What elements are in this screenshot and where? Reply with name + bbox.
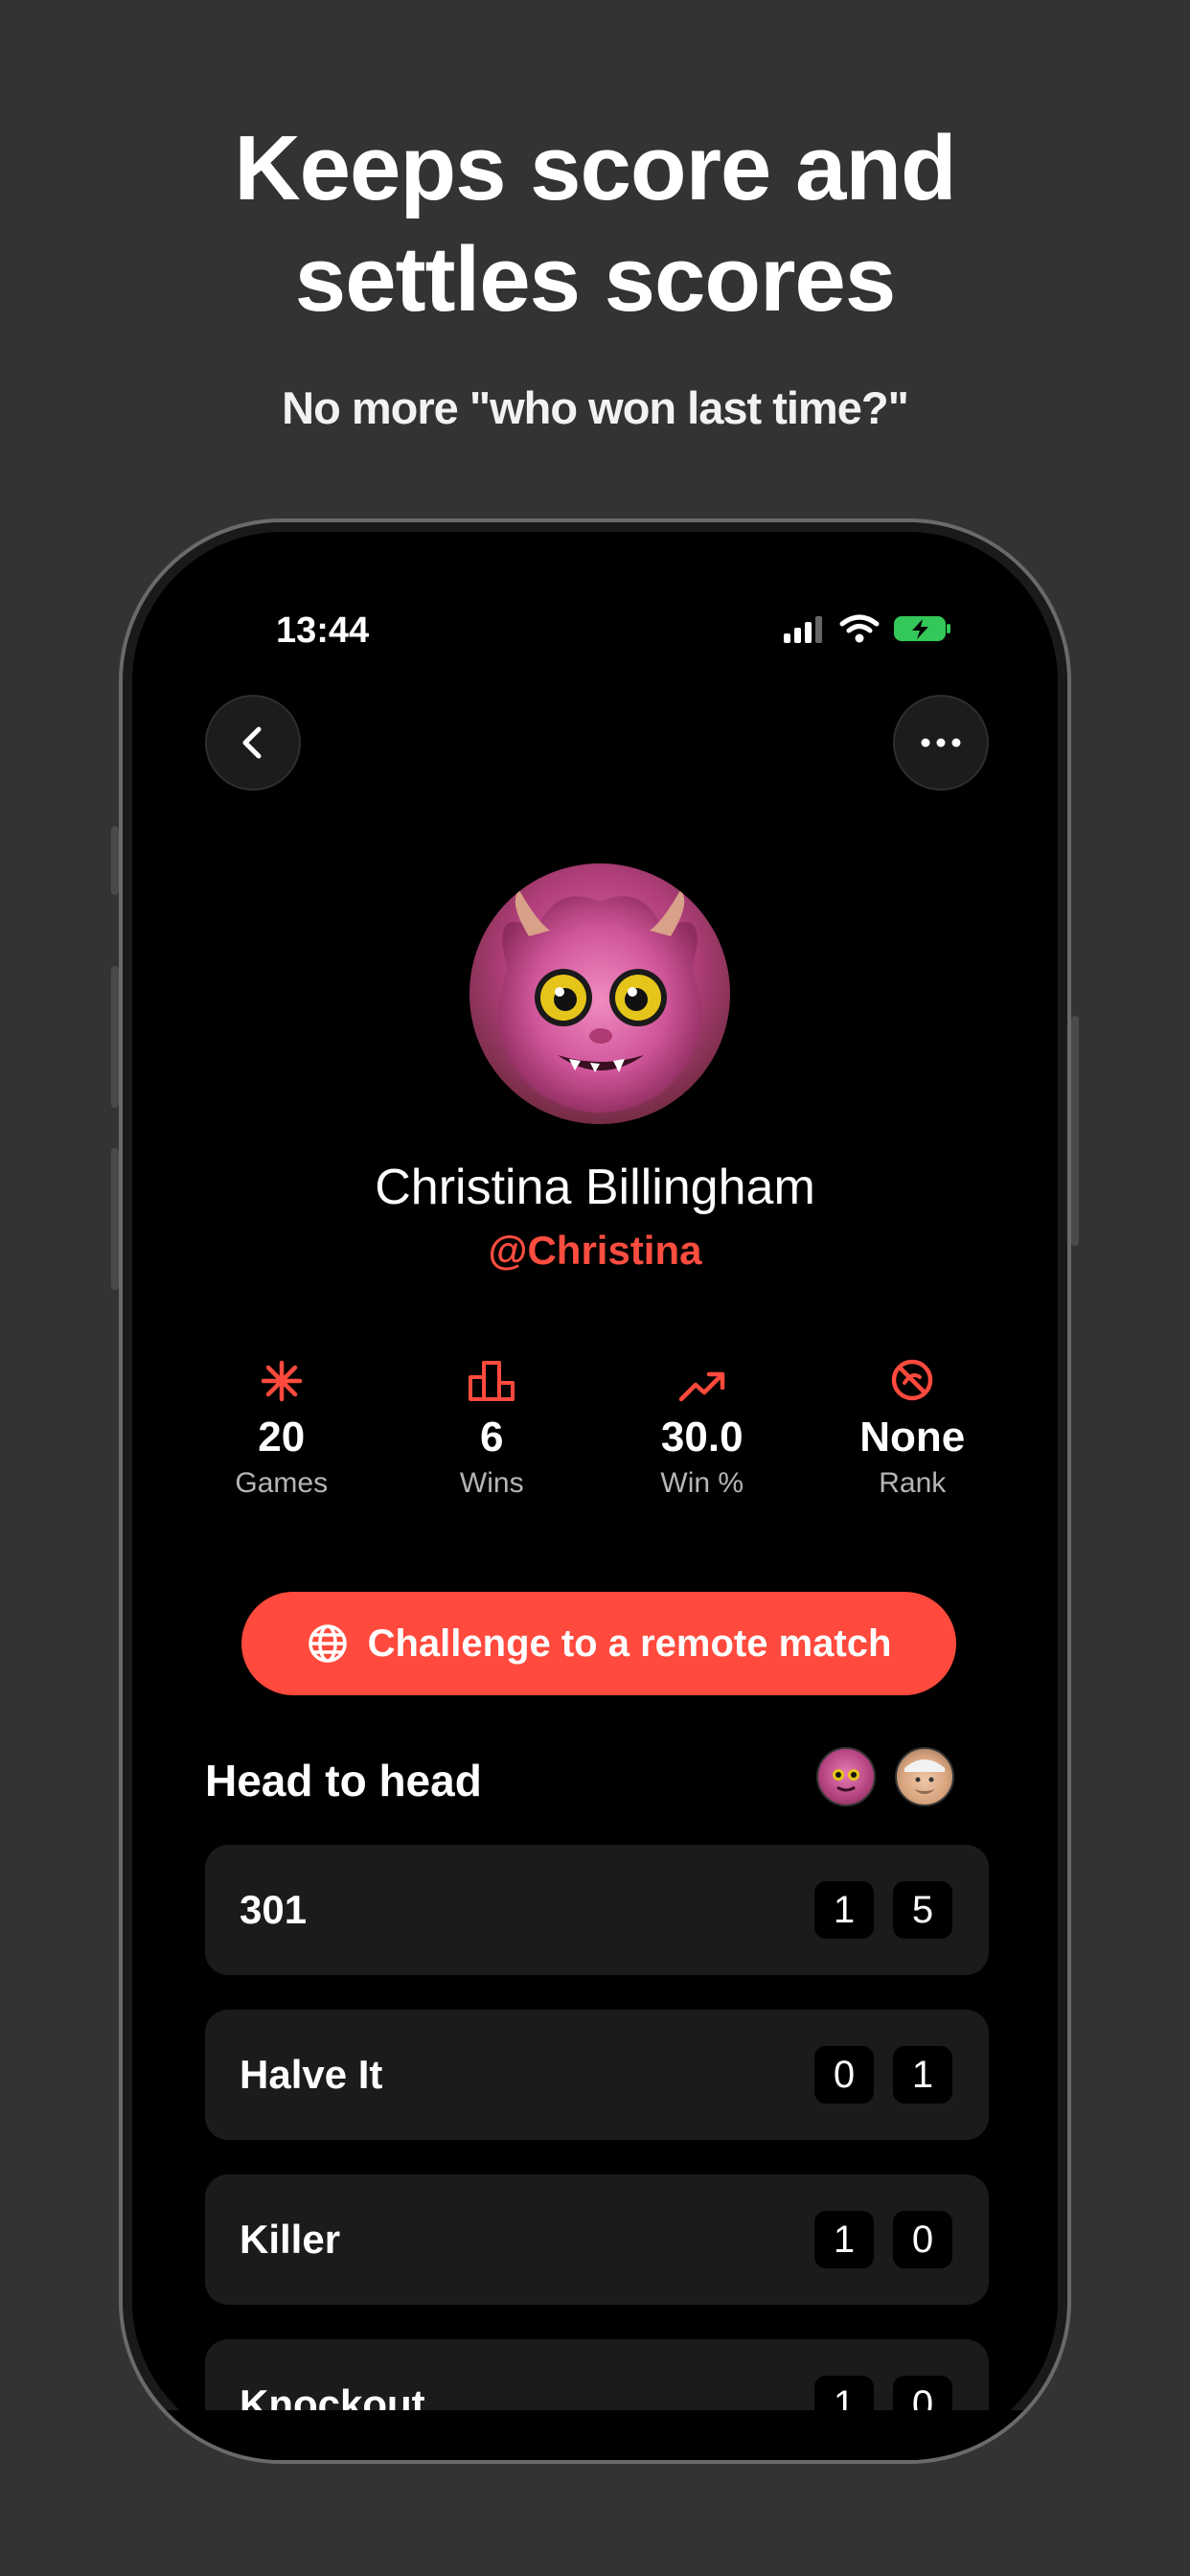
status-icons bbox=[782, 614, 952, 643]
stat-value: 20 bbox=[258, 1414, 306, 1460]
app-screen: 13:44 Christina Billingham @Christina 20… bbox=[123, 522, 1067, 2460]
headline: Keeps score and settles scores bbox=[0, 113, 1190, 335]
score-player-b: 1 bbox=[893, 2046, 952, 2104]
globe-icon bbox=[308, 1624, 347, 1663]
head-to-head-row[interactable]: Killer 1 0 bbox=[205, 2174, 989, 2305]
avatar bbox=[469, 863, 730, 1124]
game-name: 301 bbox=[240, 1887, 308, 1932]
score-player-b: 0 bbox=[893, 2211, 952, 2268]
phone-frame: 13:44 Christina Billingham @Christina 20… bbox=[119, 518, 1071, 2464]
head-to-head-row[interactable]: Halve It 0 1 bbox=[205, 2010, 989, 2140]
headline-line-1: Keeps score and bbox=[234, 117, 956, 219]
profile-name: Christina Billingham bbox=[375, 1160, 815, 1215]
score-player-a: 1 bbox=[814, 1881, 874, 1939]
stat-label: Games bbox=[235, 1467, 329, 1499]
chevron-left-icon bbox=[242, 726, 262, 759]
opponent-mini-image bbox=[904, 1760, 945, 1794]
player-avatar-christina bbox=[816, 1747, 876, 1806]
battery-charging-icon bbox=[894, 616, 950, 641]
profile-handle: @Christina bbox=[488, 1228, 702, 1273]
wifi-icon bbox=[839, 614, 880, 643]
head-to-head-row[interactable]: 301 1 5 bbox=[205, 1845, 989, 1975]
stat-value: 30.0 bbox=[660, 1414, 744, 1460]
game-name: Killer bbox=[240, 2217, 341, 2262]
stats-row: 20 Games 6 Wins 30.0 Win % None Rank bbox=[176, 1348, 1018, 1500]
trend-up-icon bbox=[678, 1371, 724, 1402]
phone-mute-switch bbox=[111, 826, 119, 895]
no-rank-icon bbox=[892, 1359, 933, 1401]
status-time: 13:44 bbox=[276, 610, 370, 651]
headline-line-2: settles scores bbox=[294, 228, 896, 331]
back-button[interactable] bbox=[205, 695, 301, 791]
stat-label: Wins bbox=[459, 1467, 524, 1499]
more-options-button[interactable] bbox=[893, 695, 989, 791]
player-avatar-opponent bbox=[895, 1747, 954, 1806]
asterisk-icon bbox=[261, 1360, 302, 1402]
game-name: Halve It bbox=[240, 2052, 383, 2097]
more-horizontal-icon bbox=[921, 738, 961, 748]
stat-label: Win % bbox=[660, 1467, 744, 1499]
score-player-b: 5 bbox=[893, 1881, 952, 1939]
cellular-signal-icon bbox=[784, 616, 822, 643]
stat-label: Rank bbox=[879, 1467, 947, 1499]
subheadline: No more "who won last time?" bbox=[282, 382, 909, 433]
stat-value: 6 bbox=[480, 1414, 504, 1460]
score-player-a: 1 bbox=[814, 2211, 874, 2268]
stat-games: 20 Games bbox=[176, 1348, 387, 1500]
challenge-button-label: Challenge to a remote match bbox=[367, 1622, 892, 1665]
score-player-a: 0 bbox=[814, 2046, 874, 2104]
phone-volume-up bbox=[111, 966, 119, 1108]
monster-avatar-image bbox=[498, 890, 701, 1113]
phone-volume-down bbox=[111, 1148, 119, 1290]
stat-rank: None Rank bbox=[808, 1348, 1018, 1500]
scroll-clip bbox=[123, 2410, 1067, 2460]
head-to-head-title: Head to head bbox=[205, 1756, 482, 1806]
challenge-remote-match-button[interactable]: Challenge to a remote match bbox=[241, 1592, 956, 1695]
podium-icon bbox=[469, 1361, 515, 1401]
monster-mini-image bbox=[833, 1769, 859, 1792]
phone-power-button bbox=[1071, 1016, 1079, 1246]
stat-win-percent: 30.0 Win % bbox=[597, 1348, 808, 1500]
stat-value: None bbox=[859, 1414, 966, 1460]
stat-wins: 6 Wins bbox=[387, 1348, 598, 1500]
